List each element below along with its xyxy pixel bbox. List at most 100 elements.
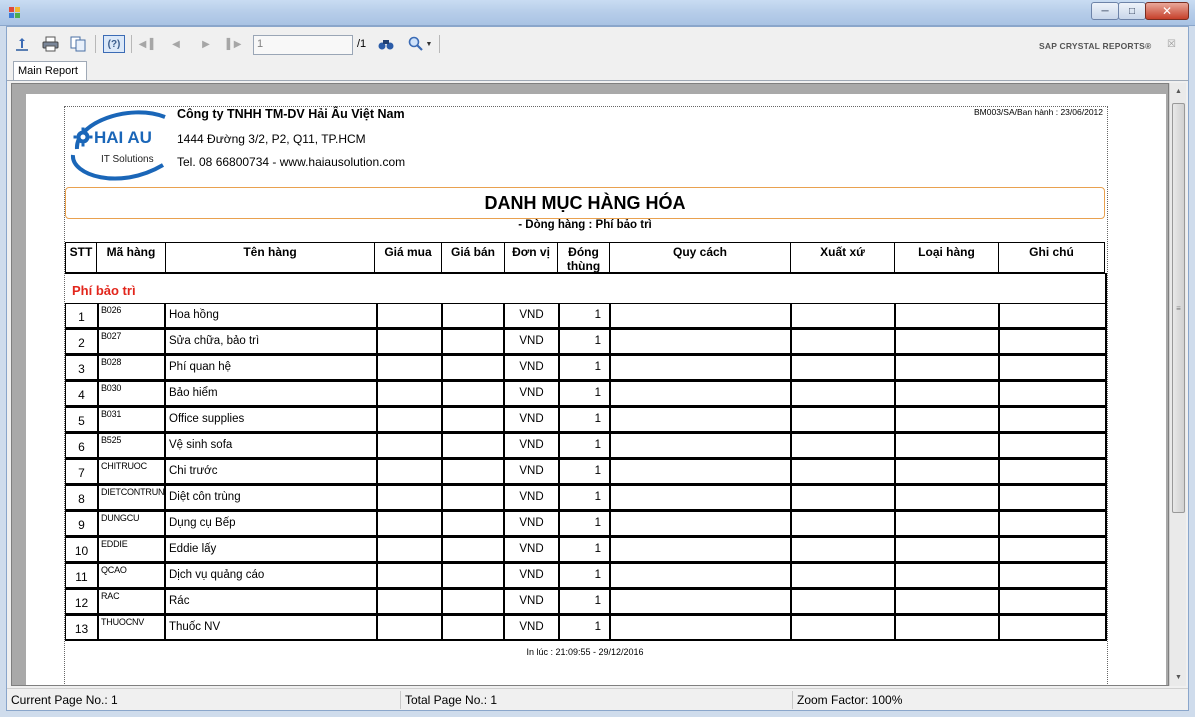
company-name: Công ty TNHH TM-DV Hải Âu Việt Nam: [177, 107, 405, 121]
minimize-button[interactable]: ─: [1091, 2, 1119, 20]
cell-code: B031: [98, 407, 166, 433]
cell-note: [999, 589, 1107, 615]
close-window-button[interactable]: ✕: [1145, 2, 1189, 20]
maximize-button[interactable]: □: [1118, 2, 1146, 20]
cell-unit: VND: [504, 511, 560, 537]
cell-buy-price: [377, 511, 443, 537]
chevron-down-icon: ▼: [425, 40, 433, 48]
cell-spec: [610, 615, 792, 641]
cell-unit: VND: [504, 303, 560, 329]
cell-stt: 1: [65, 303, 99, 329]
find-button[interactable]: [377, 35, 395, 53]
report-title: DANH MỤC HÀNG HÓA: [484, 193, 686, 213]
page-number-input[interactable]: 1: [253, 35, 353, 55]
first-page-icon: ◀▐: [138, 38, 154, 50]
cell-type: [895, 459, 1000, 485]
cell-pack: 1: [559, 459, 611, 485]
table-row: 12 RAC Rác VND 1: [65, 589, 1109, 615]
cell-spec: [610, 511, 792, 537]
cell-pack: 1: [559, 381, 611, 407]
table-row: 4 B030 Bảo hiểm VND 1: [65, 381, 1109, 407]
status-bar: Current Page No.: 1 Total Page No.: 1 Zo…: [7, 688, 1188, 710]
copy-button[interactable]: [69, 35, 87, 53]
scroll-down-icon[interactable]: ▼: [1170, 669, 1187, 686]
report-canvas[interactable]: HAI AU IT Solutions Công ty TNHH TM-DV H…: [11, 83, 1169, 686]
cell-name: Phí quan hệ: [165, 355, 378, 381]
print-icon: [42, 36, 58, 52]
tab-main-report[interactable]: Main Report: [13, 61, 87, 81]
cell-buy-price: [377, 381, 443, 407]
cell-type: [895, 511, 1000, 537]
report-subtitle: - Dòng hàng : Phí bảo trì: [518, 219, 652, 231]
cell-origin: [791, 355, 896, 381]
company-contact: Tel. 08 66800734 - www.haiausolution.com: [177, 155, 406, 169]
cell-type: [895, 433, 1000, 459]
help-button[interactable]: (?): [103, 35, 125, 53]
scroll-up-icon[interactable]: ▲: [1170, 83, 1187, 100]
cell-origin: [791, 381, 896, 407]
cell-code: B026: [98, 303, 166, 329]
cell-name: Vệ sinh sofa: [165, 433, 378, 459]
last-page-button[interactable]: ▌▶: [225, 35, 243, 53]
close-icon: ☒: [1167, 39, 1176, 50]
cell-pack: 1: [559, 329, 611, 355]
cell-buy-price: [377, 615, 443, 641]
cell-unit: VND: [504, 381, 560, 407]
cell-buy-price: [377, 589, 443, 615]
cell-name: Dụng cụ Bếp: [165, 511, 378, 537]
cell-pack: 1: [559, 355, 611, 381]
cell-note: [999, 329, 1107, 355]
print-button[interactable]: [41, 35, 59, 53]
close-view-button[interactable]: ☒: [1167, 39, 1176, 50]
cell-note: [999, 355, 1107, 381]
cell-type: [895, 537, 1000, 563]
table-row: 11 QCAO Dịch vụ quảng cáo VND 1: [65, 563, 1109, 589]
cell-sell-price: [442, 381, 505, 407]
cell-unit: VND: [504, 589, 560, 615]
cell-spec: [610, 381, 792, 407]
scroll-thumb[interactable]: ≡: [1172, 103, 1185, 513]
cell-spec: [610, 485, 792, 511]
cell-unit: VND: [504, 485, 560, 511]
cell-name: Diệt côn trùng: [165, 485, 378, 511]
cell-origin: [791, 329, 896, 355]
page-total-label: /1: [357, 38, 367, 50]
cell-sell-price: [442, 433, 505, 459]
cell-spec: [610, 355, 792, 381]
export-button[interactable]: [13, 35, 31, 53]
cell-spec: [610, 459, 792, 485]
company-logo: HAI AU IT Solutions: [69, 109, 169, 181]
cell-stt: 13: [65, 615, 99, 641]
table-row: 6 B525 Vệ sinh sofa VND 1: [65, 433, 1109, 459]
cell-sell-price: [442, 459, 505, 485]
cell-buy-price: [377, 329, 443, 355]
cell-type: [895, 381, 1000, 407]
window-titlebar: ─ □ ✕: [0, 0, 1195, 26]
column-header-code: Mã hàng: [96, 242, 166, 274]
close-icon: ✕: [1161, 4, 1173, 18]
cell-sell-price: [442, 303, 505, 329]
cell-pack: 1: [559, 485, 611, 511]
cell-unit: VND: [504, 433, 560, 459]
report-page: HAI AU IT Solutions Công ty TNHH TM-DV H…: [26, 94, 1166, 685]
first-page-button[interactable]: ◀▐: [137, 35, 155, 53]
cell-spec: [610, 537, 792, 563]
prev-page-button[interactable]: ◀: [167, 35, 185, 53]
cell-unit: VND: [504, 459, 560, 485]
cell-code: B030: [98, 381, 166, 407]
zoom-button[interactable]: ▼: [405, 35, 435, 53]
cell-stt: 3: [65, 355, 99, 381]
group-label: Phí bảo trì: [72, 283, 136, 298]
minimize-icon: ─: [1101, 5, 1109, 17]
next-page-button[interactable]: ▶: [197, 35, 215, 53]
table-row: 3 B028 Phí quan hệ VND 1: [65, 355, 1109, 381]
cell-buy-price: [377, 407, 443, 433]
cell-pack: 1: [559, 407, 611, 433]
brand-label: SAP CRYSTAL REPORTS®: [1039, 41, 1152, 51]
cell-origin: [791, 537, 896, 563]
table-row: 8 DIETCONTRUNG Diệt côn trùng VND 1: [65, 485, 1109, 511]
vertical-scrollbar[interactable]: ▲ ≡ ▼: [1169, 83, 1186, 686]
cell-buy-price: [377, 433, 443, 459]
cell-sell-price: [442, 589, 505, 615]
cell-origin: [791, 407, 896, 433]
